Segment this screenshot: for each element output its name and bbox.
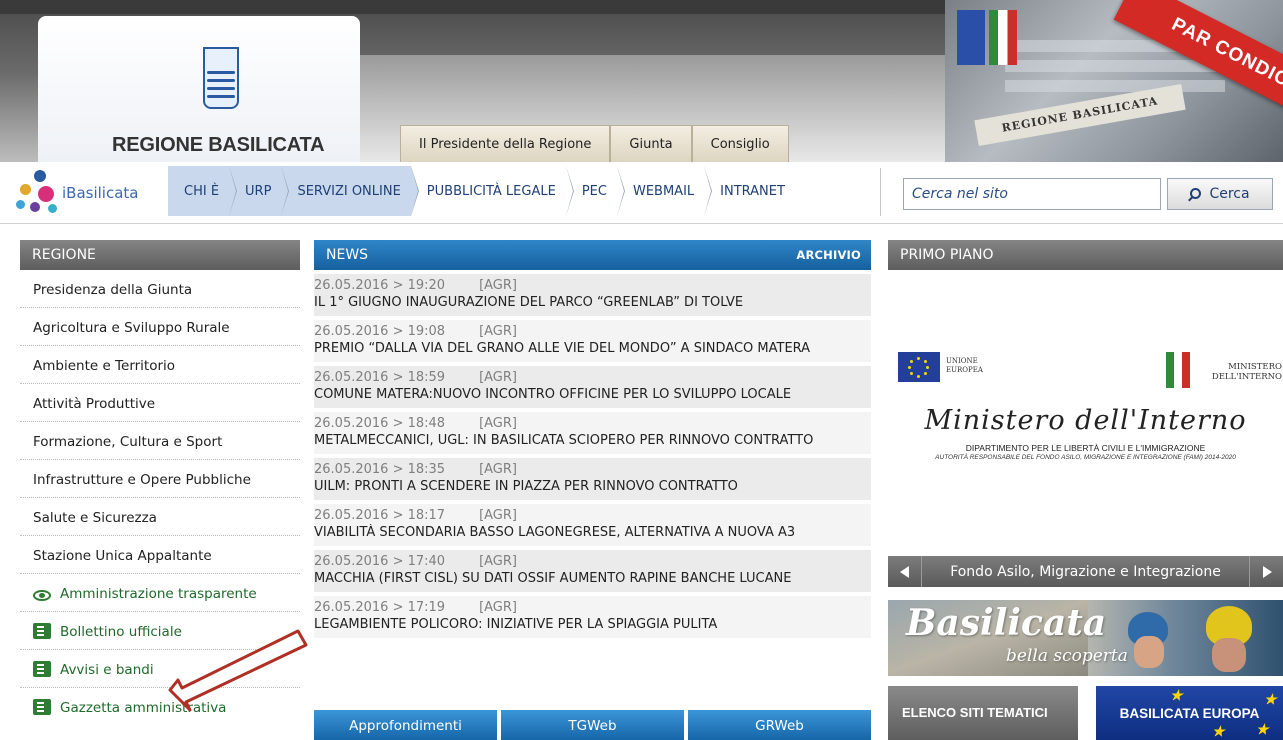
headquarters-photo: REGIONE BASILICATA — [945, 0, 1283, 162]
news-item[interactable]: 26.05.2016 > 17:19 [AGR] LEGAMBIENTE POLIC… — [314, 596, 871, 638]
sidebar-item-ambiente[interactable]: Ambiente e Territorio — [20, 346, 300, 384]
search-icon — [1190, 188, 1202, 199]
eu-flag-photo-icon — [957, 10, 985, 65]
nav-chi-e[interactable]: CHI È — [168, 166, 238, 216]
news-item[interactable]: 26.05.2016 > 19:20 [AGR] IL 1° GIUGNO INAU… — [314, 274, 871, 316]
news-item[interactable]: 26.05.2016 > 18:59 [AGR] COMUNE MATERA:NUO… — [314, 366, 871, 408]
archive-link[interactable]: ARCHIVIO — [796, 240, 861, 270]
gazette-icon — [33, 699, 51, 715]
region-header: REGIONE — [20, 240, 300, 270]
primo-piano-column: PRIMO PIANO UNIONE EUROPEA MINISTERO DEL… — [888, 240, 1283, 740]
italian-flag-icon — [1166, 352, 1190, 388]
nav-intranet[interactable]: INTRANET — [704, 166, 795, 216]
sidebar-item-formazione[interactable]: Formazione, Cultura e Sport — [20, 422, 300, 460]
bella-subtitle: bella scoperta — [1006, 646, 1128, 666]
eu-label: UNIONE EUROPEA — [946, 357, 983, 374]
bulletin-icon — [33, 623, 51, 639]
region-logo-text: REGIONE BASILICATA — [112, 134, 325, 156]
eye-icon — [33, 590, 51, 601]
news-item[interactable]: 26.05.2016 > 18:35 [AGR] UILM: PRONTI A SC… — [314, 458, 871, 500]
region-logo[interactable]: REGIONE BASILICATA — [38, 16, 360, 162]
search-button[interactable]: Cerca — [1167, 178, 1273, 210]
building-sign: REGIONE BASILICATA — [974, 83, 1186, 147]
primo-piano-header: PRIMO PIANO — [888, 240, 1283, 270]
region-crest-icon — [203, 47, 239, 109]
ibasilicata-logo-icon[interactable] — [14, 170, 62, 216]
site-header: REGIONE BASILICATA Il Presidente della R… — [0, 0, 1283, 162]
news-title: NEWS — [326, 247, 369, 263]
news-item[interactable]: 26.05.2016 > 18:48 [AGR] METALMECCANICI, U… — [314, 412, 871, 454]
notice-icon — [33, 661, 51, 677]
tab-grweb[interactable]: GRWeb — [688, 710, 871, 740]
sidebar-item-gazzetta[interactable]: Gazzetta amministrativa — [20, 688, 300, 726]
tab-presidente[interactable]: Il Presidente della Regione — [400, 125, 611, 162]
media-tabs: Approfondimenti TGWeb GRWeb — [314, 710, 871, 740]
elenco-siti-tematici-button[interactable]: ELENCO SITI TEMATICI — [888, 686, 1078, 740]
slider-caption[interactable]: Fondo Asilo, Migrazione e Integrazione — [922, 556, 1249, 589]
italian-flag-photo-icon — [989, 10, 1017, 65]
sidebar-item-presidenza[interactable]: Presidenza della Giunta — [20, 270, 300, 308]
search-input[interactable] — [903, 178, 1161, 210]
main-menu: CHI È URP SERVIZI ONLINE PUBBLICITÀ LEGA… — [168, 166, 795, 216]
news-item[interactable]: 26.05.2016 > 19:08 [AGR] PREMIO “DALLA VIA… — [314, 320, 871, 362]
slider-next-icon[interactable] — [1249, 556, 1283, 587]
authority-label: AUTORITÀ RESPONSABILE DEL FONDO ASILO, M… — [935, 454, 1236, 461]
sidebar-item-bollettino[interactable]: Bollettino ufficiale — [20, 612, 300, 650]
news-header: NEWS ARCHIVIO — [314, 240, 871, 270]
nav-pubblicita-legale[interactable]: PUBBLICITÀ LEGALE — [411, 166, 574, 216]
sidebar-item-salute[interactable]: Salute e Sicurezza — [20, 498, 300, 536]
nav-webmail[interactable]: WEBMAIL — [617, 166, 713, 216]
sidebar-item-amministrazione-trasparente[interactable]: Amministrazione trasparente — [20, 574, 300, 612]
news-item[interactable]: 26.05.2016 > 18:17 [AGR] VIABILITÀ SECONDA… — [314, 504, 871, 546]
nav-servizi-online[interactable]: SERVIZI ONLINE — [281, 166, 419, 216]
basilicata-europa-button[interactable]: ★ ★ ★ ★ BASILICATA EUROPA — [1096, 686, 1283, 740]
department-label: DIPARTIMENTO PER LE LIBERTÀ CIVILI E L'I… — [965, 443, 1206, 453]
sidebar-item-stazione-appaltante[interactable]: Stazione Unica Appaltante — [20, 536, 300, 574]
tab-consiglio[interactable]: Consiglio — [691, 125, 789, 162]
region-sidebar: REGIONE Presidenza della Giunta Agricolt… — [20, 240, 300, 726]
news-list: 26.05.2016 > 19:20 [AGR] IL 1° GIUGNO INAU… — [314, 274, 871, 638]
fami-banner[interactable]: UNIONE EUROPEA MINISTERO DELL'INTERNO Mi… — [888, 270, 1283, 540]
tab-tgweb[interactable]: TGWeb — [501, 710, 684, 740]
sidebar-item-agricoltura[interactable]: Agricoltura e Sviluppo Rurale — [20, 308, 300, 346]
main-navigation: iBasilicata CHI È URP SERVIZI ONLINE PUB… — [0, 162, 1283, 224]
ibasilicata-brand[interactable]: iBasilicata — [62, 184, 138, 202]
tab-approfondimenti[interactable]: Approfondimenti — [314, 710, 497, 740]
ministry-script: Ministero dell'Interno — [924, 405, 1247, 436]
nav-divider — [880, 168, 881, 216]
news-column: NEWS ARCHIVIO 26.05.2016 > 19:20 [AGR] IL … — [314, 240, 871, 740]
slider-prev-icon[interactable] — [888, 556, 922, 587]
primo-piano-slider: Fondo Asilo, Migrazione e Integrazione — [888, 556, 1283, 587]
sidebar-item-avvisi-bandi[interactable]: Avvisi e bandi — [20, 650, 300, 688]
bella-title: Basilicata — [906, 602, 1107, 644]
news-item[interactable]: 26.05.2016 > 17:40 [AGR] MACCHIA (FIRST CI… — [314, 550, 871, 592]
basilicata-bella-scoperta-banner[interactable]: Basilicata bella scoperta — [888, 600, 1283, 676]
sidebar-item-infrastrutture[interactable]: Infrastrutture e Opere Pubbliche — [20, 460, 300, 498]
institution-tabs: Il Presidente della Regione Giunta Consi… — [400, 125, 789, 162]
tab-giunta[interactable]: Giunta — [610, 125, 692, 162]
sidebar-item-attivita-produttive[interactable]: Attività Produttive — [20, 384, 300, 422]
ministry-label: MINISTERO DELL'INTERNO — [1211, 362, 1282, 382]
eu-flag-icon — [898, 352, 940, 382]
